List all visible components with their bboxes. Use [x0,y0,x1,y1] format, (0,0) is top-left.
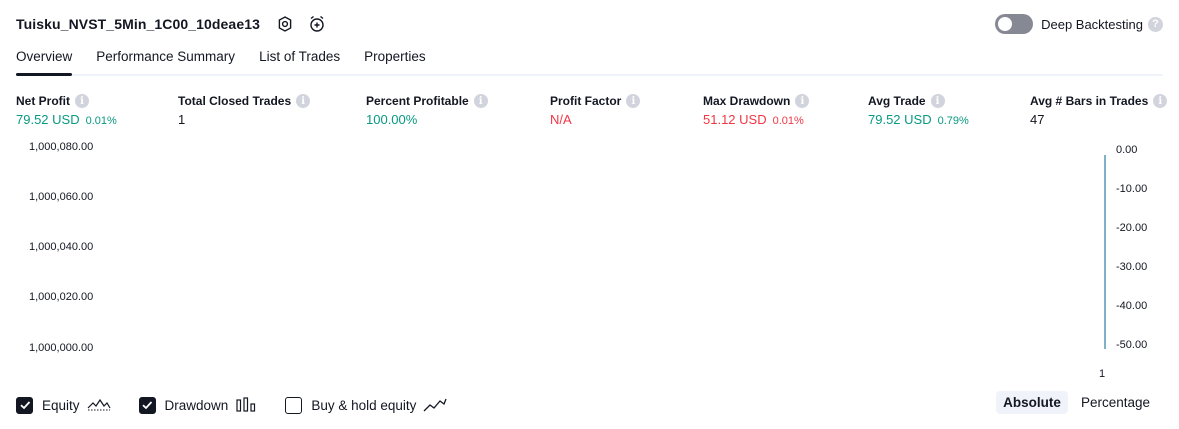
legend-drawdown[interactable]: Drawdown [138,396,258,414]
toggle-knob [998,17,1013,31]
tab-list-of-trades[interactable]: List of Trades [259,46,340,74]
metric-avg-trade: Avg Trade i 79.52 USD 0.79% [868,94,969,127]
metric-percent-profitable: Percent Profitable i 100.00% [366,94,488,127]
legend-label: Buy & hold equity [311,397,417,413]
metric-value: 100.00% [366,112,418,127]
left-axis-tick: 1,000,060.00 [29,191,94,203]
metric-title: Total Closed Trades [178,94,292,108]
metric-value: 79.52 USD [16,112,80,127]
buy-hold-line-icon [423,397,447,413]
absolute-button[interactable]: Absolute [996,391,1068,414]
percentage-button[interactable]: Percentage [1074,391,1157,414]
metric-avg-bars-in-trades: Avg # Bars in Trades i 47 [1030,94,1168,127]
metric-title: Avg # Bars in Trades [1030,94,1149,108]
metric-title: Net Profit [16,94,70,108]
legend-equity[interactable]: Equity [16,396,111,414]
metric-percent: 0.01% [772,115,804,127]
legend-buy-hold-equity[interactable]: Buy & hold equity [285,396,447,414]
metric-value: 51.12 USD [703,112,767,127]
left-axis-tick: 1,000,040.00 [29,241,94,253]
deep-backtesting-label: Deep Backtesting [1041,16,1143,32]
info-icon[interactable]: i [75,94,89,108]
strategy-name: Tuisku_NVST_5Min_1C00_10deae13 [16,16,260,32]
info-icon[interactable]: i [795,94,810,108]
right-axis-tick: -40.00 [1116,300,1148,312]
right-axis-tick: -50.00 [1116,339,1148,351]
metric-value: N/A [550,112,572,127]
display-mode-switch: Absolute Percentage [990,391,1157,414]
equity-checkbox[interactable] [16,396,33,414]
metric-max-drawdown: Max Drawdown i 51.12 USD 0.01% [703,94,810,127]
add-alert-icon[interactable] [308,15,326,33]
legend-label: Drawdown [164,397,229,413]
metric-value: 47 [1030,112,1045,127]
deep-backtesting-toggle[interactable] [995,14,1034,34]
equity-line-icon [87,397,111,413]
info-icon[interactable]: i [1153,94,1168,108]
metrics-row: Net Profit i 79.52 USD 0.01% Total Closed … [0,94,1179,134]
right-axis-tick: -20.00 [1116,222,1148,234]
report-tabs: Overview Performance Summary List of Tra… [16,46,1163,76]
settings-icon[interactable] [276,15,294,33]
metric-percent: 0.01% [85,115,117,127]
drawdown-checkbox[interactable] [138,396,156,414]
metric-title: Percent Profitable [366,94,469,108]
left-axis-tick: 1,000,080.00 [29,141,94,153]
left-axis-tick: 1,000,000.00 [29,342,94,354]
legend-label: Equity [42,397,80,413]
help-icon[interactable]: ? [1148,16,1163,32]
buy-hold-checkbox[interactable] [285,396,303,414]
metric-profit-factor: Profit Factor i N/A [550,94,641,127]
right-axis-tick: -10.00 [1116,183,1148,195]
metric-percent: 0.79% [937,115,969,127]
info-icon[interactable]: i [473,94,488,108]
metric-net-profit: Net Profit i 79.52 USD 0.01% [16,94,117,127]
metric-title: Profit Factor [550,94,622,108]
metric-value: 1 [178,112,186,127]
info-icon[interactable]: i [296,94,311,108]
tab-properties[interactable]: Properties [364,46,426,74]
x-axis-tick: 1 [1099,368,1106,380]
metric-title: Max Drawdown [703,94,791,108]
right-axis-tick: 0.00 [1116,144,1138,156]
left-axis-tick: 1,000,020.00 [29,291,94,303]
metric-title: Avg Trade [868,94,926,108]
metric-total-closed-trades: Total Closed Trades i 1 [178,94,311,127]
metric-value: 79.52 USD [868,112,932,127]
chart-legend: Equity Drawdown Buy & hold equity [16,394,475,416]
tab-overview[interactable]: Overview [16,46,73,76]
tab-performance-summary[interactable]: Performance Summary [96,46,235,74]
right-axis-tick: -30.00 [1116,261,1148,273]
info-icon[interactable]: i [930,94,945,108]
info-icon[interactable]: i [626,94,641,108]
strategy-header: Tuisku_NVST_5Min_1C00_10deae13 Deep Back… [16,13,1163,35]
drawdown-bars-icon [235,397,257,413]
deep-backtesting-control: Deep Backtesting ? [995,14,1163,34]
drawdown-bar [1104,155,1106,349]
